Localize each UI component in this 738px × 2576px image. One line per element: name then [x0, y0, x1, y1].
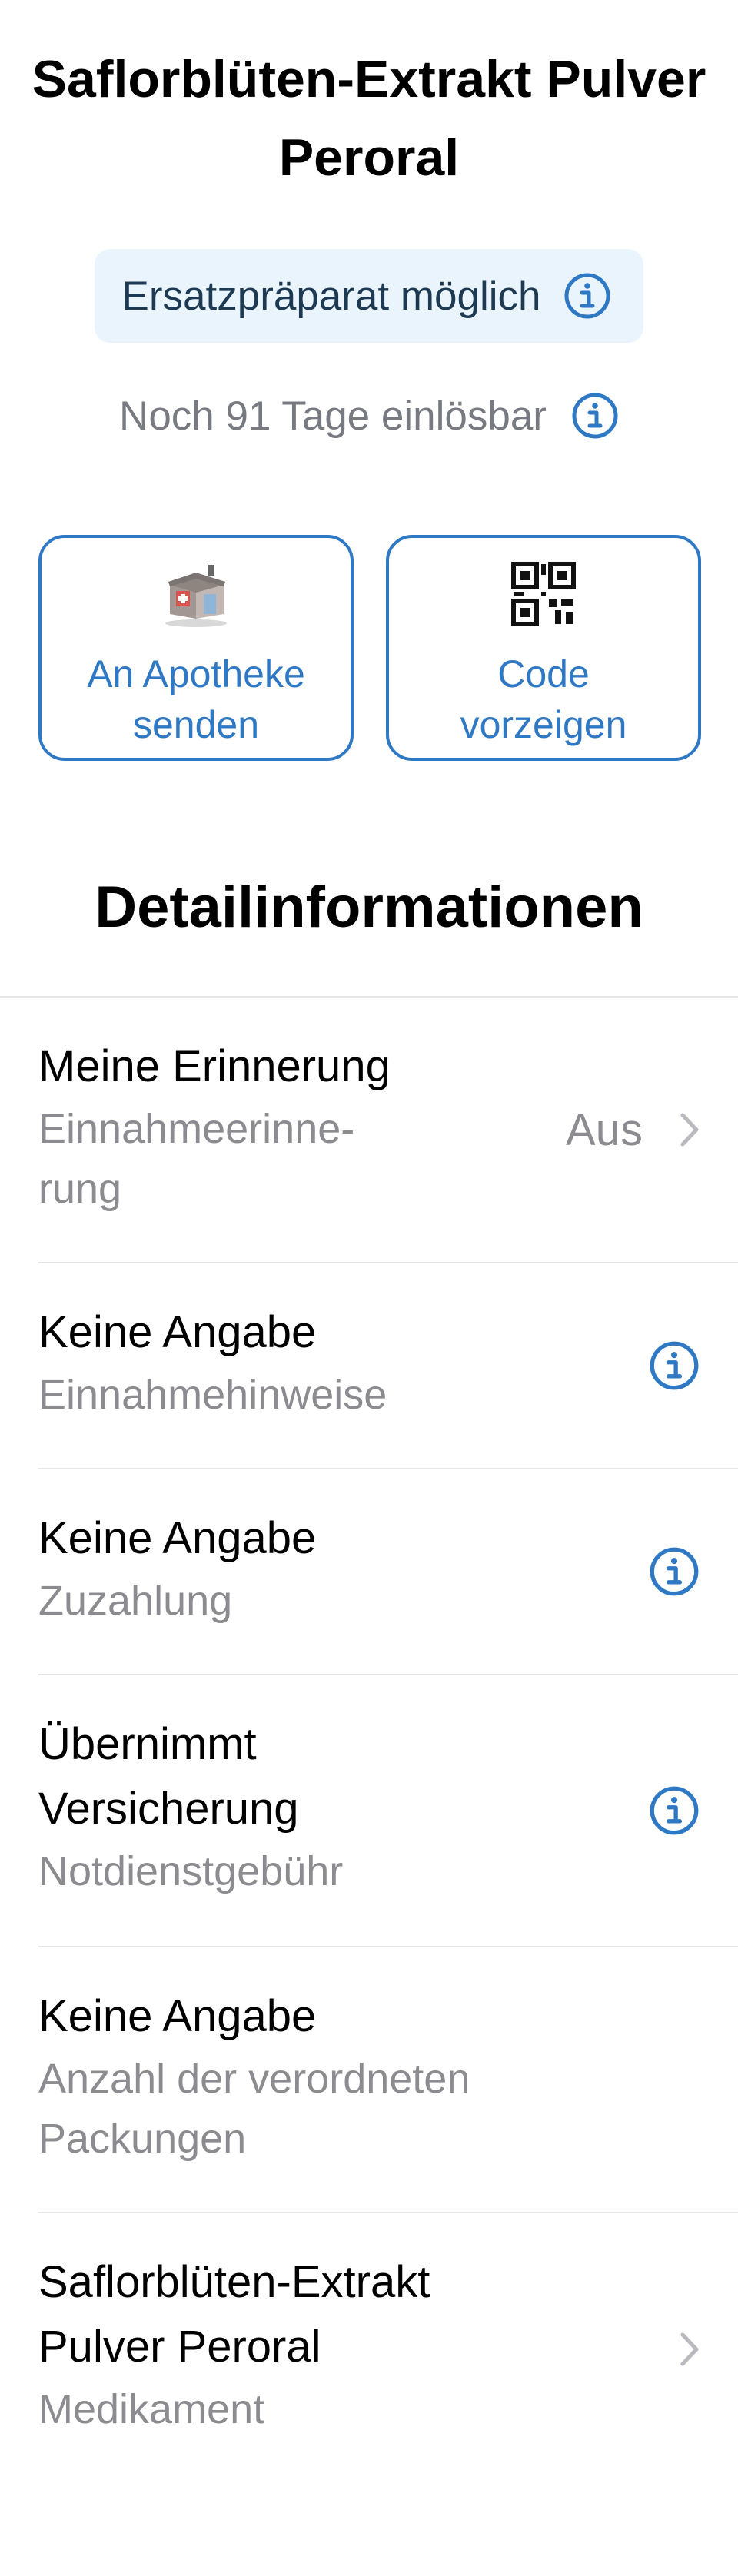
- list-item-primary: Pulver Peroral: [38, 2322, 321, 2372]
- send-to-pharmacy-button[interactable]: An Apotheke senden: [38, 535, 354, 761]
- show-code-label-line2: vorzeigen: [460, 703, 627, 746]
- list-item-secondary: Zuzahlung: [38, 1578, 233, 1624]
- qr-code-icon: [507, 556, 580, 632]
- chevron-right-icon: [680, 1112, 700, 1147]
- chevron-right-icon: [680, 2332, 700, 2367]
- send-to-pharmacy-label-line1: An Apotheke: [87, 652, 305, 695]
- list-item-secondary: Packungen: [38, 2116, 247, 2162]
- list-item-intake-notes[interactable]: Keine Angabe Einnahmehinweise: [38, 1263, 738, 1469]
- list-item-emergency-fee[interactable]: Übernimmt Versicherung Notdienstgebühr: [38, 1675, 738, 1947]
- list-item-primary: Keine Angabe: [38, 1513, 317, 1563]
- list-item-primary: Saflorblüten-Extrakt: [38, 2257, 430, 2307]
- list-item-primary: Keine Angabe: [38, 1991, 317, 2041]
- show-code-button[interactable]: Code vorzeigen: [386, 535, 701, 761]
- list-item-medication[interactable]: Saflorblüten-Extrakt Pulver Peroral Medi…: [38, 2213, 738, 2485]
- list-item-secondary: Anzahl der verordneten: [38, 2056, 470, 2102]
- reminder-status-value: Aus: [566, 1104, 643, 1155]
- info-icon[interactable]: [571, 392, 619, 440]
- list-item-package-count: Keine Angabe Anzahl der verordneten Pack…: [38, 1947, 738, 2213]
- list-item-secondary: Medikament: [38, 2386, 265, 2432]
- list-item-primary: Meine Erinnerung: [38, 1041, 391, 1091]
- send-to-pharmacy-label-line2: senden: [132, 703, 260, 746]
- details-list: Meine Erinnerung Einnahmeerinne- rung Au…: [0, 996, 738, 2485]
- page-title: Saflorblüten-Extrakt Pulver Peroral: [32, 50, 706, 187]
- list-item-primary: Versicherung: [38, 1784, 299, 1834]
- list-item-secondary: Notdienstgebühr: [38, 1848, 344, 1894]
- list-item-primary: Übernimmt: [38, 1719, 257, 1769]
- list-item-secondary: Einnahmeerinne-: [38, 1106, 355, 1152]
- details-section-title: Detailinformationen: [95, 875, 643, 940]
- info-icon[interactable]: [649, 1546, 700, 1597]
- substitute-badge-label: Ersatzpräparat möglich: [121, 273, 541, 319]
- info-icon[interactable]: [563, 272, 611, 320]
- list-item-copayment[interactable]: Keine Angabe Zuzahlung: [38, 1469, 738, 1675]
- action-buttons: An Apotheke senden Code vorzeigen: [0, 535, 738, 761]
- list-item-secondary: Einnahmehinweise: [38, 1372, 387, 1418]
- pharmacy-icon: [161, 556, 231, 632]
- list-item-reminder[interactable]: Meine Erinnerung Einnahmeerinne- rung Au…: [38, 998, 738, 1263]
- list-item-secondary: rung: [38, 1166, 122, 1212]
- show-code-label-line1: Code: [497, 652, 590, 695]
- validity-label: Noch 91 Tage einlösbar: [119, 393, 547, 439]
- list-item-primary: Keine Angabe: [38, 1307, 317, 1357]
- substitute-badge[interactable]: Ersatzpräparat möglich: [94, 249, 644, 343]
- info-icon[interactable]: [649, 1785, 700, 1836]
- info-icon[interactable]: [649, 1340, 700, 1391]
- validity-info: Noch 91 Tage einlösbar: [0, 381, 738, 450]
